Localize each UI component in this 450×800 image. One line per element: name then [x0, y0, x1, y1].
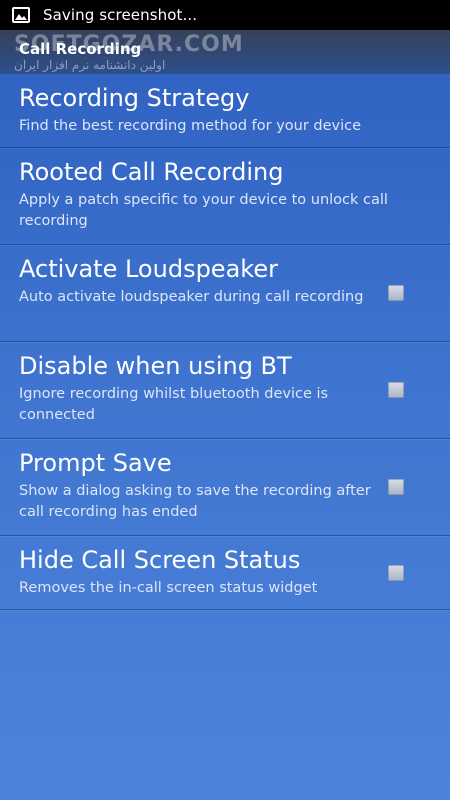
status-notification-text: Saving screenshot... — [43, 6, 198, 24]
pref-title: Recording Strategy — [19, 84, 250, 112]
watermark-subtitle: اولین دانشنامه نرم افزار ایران — [14, 58, 166, 72]
pref-summary: Auto activate loudspeaker during call re… — [19, 289, 364, 305]
pref-summary: Show a dialog asking to save the recordi… — [19, 483, 371, 520]
prompt-save-checkbox[interactable] — [388, 479, 404, 495]
loudspeaker-checkbox[interactable] — [388, 285, 404, 301]
pref-title: Disable when using BT — [19, 352, 292, 380]
action-bar: SOFTGOZAR.COM اولین دانشنامه نرم افزار ا… — [0, 30, 450, 74]
pref-summary: Removes the in-call screen status widget — [19, 580, 318, 596]
status-bar: Saving screenshot... — [0, 0, 450, 30]
pref-hide-call-screen-status[interactable]: Hide Call Screen Status Removes the in-c… — [0, 536, 450, 610]
image-icon — [12, 7, 30, 23]
pref-summary: Ignore recording whilst bluetooth device… — [19, 386, 329, 423]
pref-title: Hide Call Screen Status — [19, 546, 301, 574]
pref-rooted-call-recording[interactable]: Rooted Call Recording Apply a patch spec… — [0, 148, 450, 245]
hide-status-checkbox[interactable] — [388, 564, 404, 581]
preference-list: Recording Strategy Find the best recordi… — [0, 74, 450, 610]
pref-prompt-save[interactable]: Prompt Save Show a dialog asking to save… — [0, 439, 450, 536]
pref-title: Activate Loudspeaker — [19, 255, 278, 283]
pref-title: Prompt Save — [19, 449, 172, 477]
pref-title: Rooted Call Recording — [19, 158, 284, 186]
page-title: Call Recording — [19, 40, 142, 58]
pref-summary: Find the best recording method for your … — [19, 118, 362, 134]
pref-activate-loudspeaker[interactable]: Activate Loudspeaker Auto activate louds… — [0, 245, 450, 342]
pref-disable-bt[interactable]: Disable when using BT Ignore recording w… — [0, 342, 450, 439]
bt-checkbox[interactable] — [388, 382, 404, 398]
pref-recording-strategy[interactable]: Recording Strategy Find the best recordi… — [0, 74, 450, 148]
pref-summary: Apply a patch specific to your device to… — [19, 192, 388, 229]
